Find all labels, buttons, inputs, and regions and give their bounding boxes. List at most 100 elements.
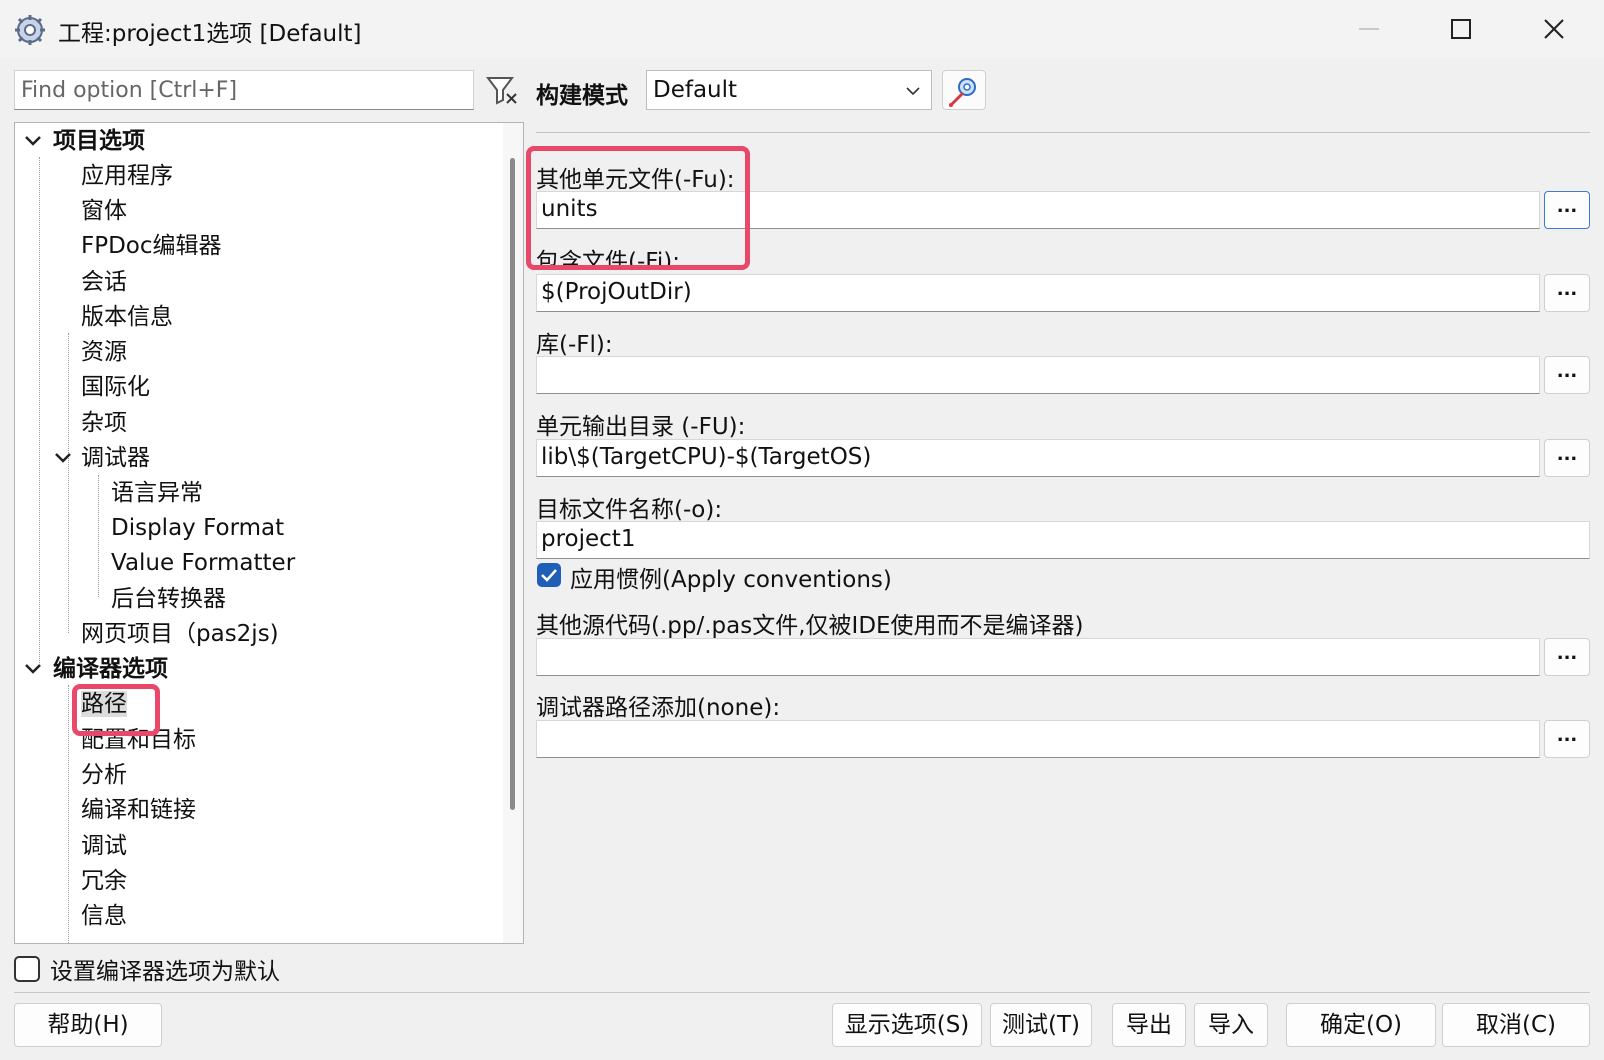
tree-item-application[interactable]: 应用程序 — [81, 158, 173, 194]
title-bar: 工程:project1选项 [Default] — [0, 0, 1604, 58]
tree-scrollbar-thumb[interactable] — [510, 158, 515, 810]
tree-item-version-info[interactable]: 版本信息 — [81, 299, 173, 335]
tree-item-label: 冗余 — [81, 868, 127, 894]
tree-item-label: 语言异常 — [111, 480, 203, 506]
tree-guide — [68, 685, 69, 943]
tree-item-label: 杂项 — [81, 410, 127, 436]
tree-item-label: 版本信息 — [81, 304, 173, 330]
apply-conventions-label: 应用惯例(Apply conventions) — [570, 567, 892, 593]
debugger-path-browse-button[interactable]: ... — [1544, 720, 1590, 758]
tree-node-label: 项目选项 — [53, 128, 145, 154]
tree-guide — [68, 333, 69, 633]
include-files-input[interactable]: $(ProjOutDir) — [536, 274, 1540, 312]
find-option-input[interactable]: Find option [Ctrl+F] — [14, 70, 474, 110]
libraries-input[interactable] — [536, 356, 1540, 394]
tree-item-misc[interactable]: 杂项 — [81, 405, 127, 441]
separator — [536, 132, 1590, 133]
libraries-browse-button[interactable]: ... — [1544, 356, 1590, 394]
tree-guide — [39, 157, 40, 663]
tree-item-paths[interactable]: 路径 — [81, 686, 127, 722]
tree-item-config-target[interactable]: 配置和目标 — [81, 722, 196, 758]
tree-item-label: 分析 — [81, 762, 127, 788]
other-units-label: 其他单元文件(-Fu): — [536, 167, 735, 193]
build-mode-settings-button[interactable] — [942, 70, 986, 110]
tree-item-display-format[interactable]: Display Format — [111, 510, 284, 546]
tree-node-label: 调试器 — [81, 445, 150, 471]
include-files-browse-button[interactable]: ... — [1544, 274, 1590, 312]
tree-item-label: 信息 — [81, 903, 127, 929]
options-tree[interactable]: 项目选项 应用程序 窗体 FPDoc编辑器 会话 版本信息 资源 国际化 杂项 … — [14, 122, 524, 944]
apply-conventions-checkbox[interactable] — [537, 563, 561, 587]
tree-item-label: 后台转换器 — [111, 586, 226, 612]
separator — [14, 992, 1590, 993]
tree-item-backend-converter[interactable]: 后台转换器 — [111, 581, 226, 617]
tree-item-label: 应用程序 — [81, 163, 173, 189]
tree-item-session[interactable]: 会话 — [81, 264, 127, 300]
minimize-button[interactable] — [1323, 0, 1415, 58]
other-sources-input[interactable] — [536, 638, 1540, 676]
build-mode-value: Default — [653, 77, 738, 103]
other-units-input[interactable]: units — [536, 191, 1540, 229]
app-gear-icon — [15, 15, 45, 45]
libraries-label: 库(-Fl): — [536, 332, 613, 358]
cancel-button[interactable]: 取消(C) — [1442, 1003, 1590, 1047]
help-button[interactable]: 帮助(H) — [14, 1003, 162, 1047]
chevron-down-icon — [55, 453, 71, 463]
build-mode-label: 构建模式 — [536, 83, 628, 109]
build-mode-select[interactable]: Default — [646, 70, 932, 110]
chevron-down-icon — [25, 664, 41, 674]
filter-clear-icon — [486, 77, 517, 105]
ok-button[interactable]: 确定(O) — [1286, 1003, 1436, 1047]
unit-output-input[interactable]: lib\$(TargetCPU)-$(TargetOS) — [536, 439, 1540, 477]
tree-item-language-exceptions[interactable]: 语言异常 — [111, 475, 203, 511]
other-sources-browse-button[interactable]: ... — [1544, 638, 1590, 676]
target-file-input[interactable]: project1 — [536, 521, 1590, 559]
import-button[interactable]: 导入 — [1194, 1003, 1268, 1047]
maximize-icon — [1451, 19, 1471, 39]
show-options-button[interactable]: 显示选项(S) — [832, 1003, 982, 1047]
set-default-label: 设置编译器选项为默认 — [50, 959, 280, 985]
tree-item-messages[interactable]: 信息 — [81, 898, 127, 934]
test-button[interactable]: 测试(T) — [990, 1003, 1092, 1047]
checkmark-icon — [541, 569, 557, 582]
tree-item-web-project[interactable]: 网页项目（pas2js) — [81, 616, 279, 652]
target-file-label: 目标文件名称(-o): — [536, 497, 723, 523]
tree-item-forms[interactable]: 窗体 — [81, 193, 127, 229]
close-button[interactable] — [1508, 0, 1600, 58]
tree-item-label: 编译和链接 — [81, 797, 196, 823]
tree-item-parsing[interactable]: 分析 — [81, 757, 127, 793]
tree-item-verbosity[interactable]: 冗余 — [81, 863, 127, 899]
chevron-down-icon — [25, 136, 41, 146]
tree-item-label: 窗体 — [81, 198, 127, 224]
tree-item-label: FPDoc编辑器 — [81, 233, 222, 259]
unit-output-label: 单元输出目录 (-FU): — [536, 414, 746, 440]
tree-item-i18n[interactable]: 国际化 — [81, 369, 150, 405]
export-button[interactable]: 导出 — [1112, 1003, 1186, 1047]
unit-output-browse-button[interactable]: ... — [1544, 439, 1590, 477]
tree-item-label: Display Format — [111, 515, 285, 541]
tree-node-label: 编译器选项 — [53, 656, 168, 682]
build-mode-settings-icon — [949, 78, 976, 107]
other-sources-label: 其他源代码(.pp/.pas文件,仅被IDE使用而不是编译器) — [536, 613, 1084, 639]
set-default-checkbox[interactable] — [14, 956, 40, 982]
tree-item-resources[interactable]: 资源 — [81, 334, 127, 370]
maximize-button[interactable] — [1415, 0, 1507, 58]
tree-scrollbar[interactable] — [503, 123, 523, 943]
tree-item-label: 路径 — [81, 691, 127, 717]
tree-item-label: 网页项目（pas2js) — [81, 621, 279, 647]
debugger-path-input[interactable] — [536, 720, 1540, 758]
tree-item-label: Value Formatter — [111, 550, 296, 576]
filter-clear-button[interactable] — [482, 72, 522, 108]
close-icon — [1544, 19, 1564, 39]
tree-guide — [98, 475, 99, 597]
other-units-browse-button[interactable]: ... — [1544, 191, 1590, 229]
debugger-path-label: 调试器路径添加(none): — [536, 695, 781, 721]
tree-item-debugging[interactable]: 调试 — [81, 828, 127, 864]
tree-item-fpdoc-editor[interactable]: FPDoc编辑器 — [81, 228, 222, 264]
chevron-down-icon — [906, 87, 920, 96]
include-files-label: 包含文件(-Fi): — [536, 249, 680, 265]
tree-item-label: 配置和目标 — [81, 727, 196, 753]
tree-item-label: 会话 — [81, 269, 127, 295]
tree-item-value-formatter[interactable]: Value Formatter — [111, 545, 295, 581]
tree-item-compile-link[interactable]: 编译和链接 — [81, 792, 196, 828]
